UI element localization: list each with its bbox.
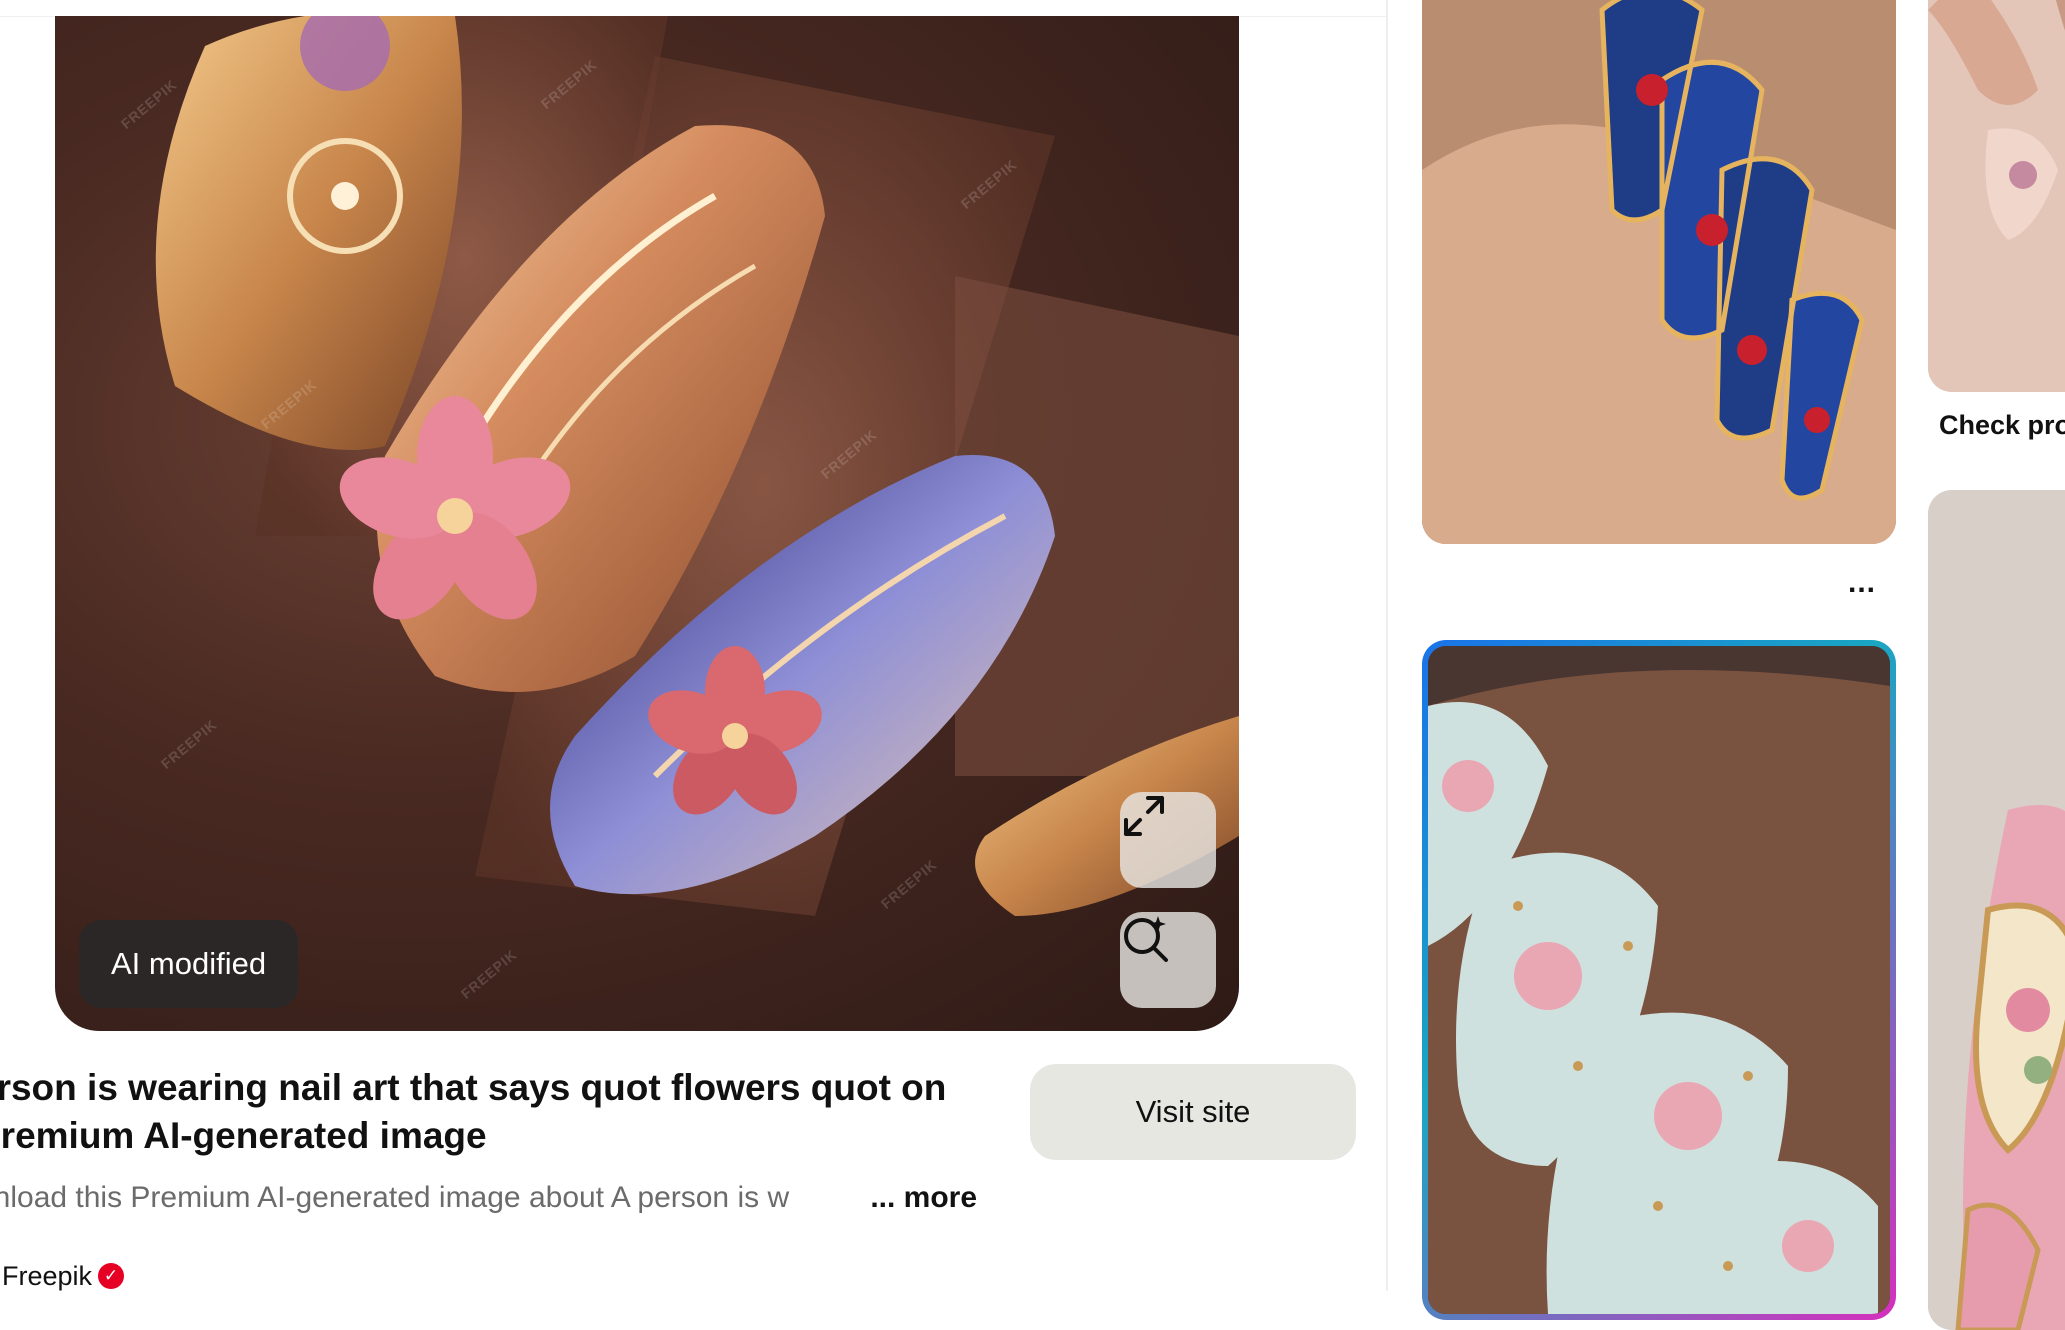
related-pin-card[interactable] (1928, 490, 2065, 1330)
related-pin-image (1428, 646, 1890, 1314)
source-attribution[interactable]: Freepik ✓ (2, 1256, 125, 1296)
pin-image[interactable]: FREEPIK FREEPIK FREEPIK FREEPIK FREEPIK … (55, 16, 1239, 1031)
related-pin-title[interactable]: Check pro (1939, 410, 2065, 441)
expand-button[interactable] (1120, 792, 1216, 888)
visual-search-icon (1124, 916, 1168, 962)
related-pin-image (1928, 0, 2065, 392)
pin-description: wnload this Premium AI-generated image a… (0, 1178, 1002, 1218)
verified-icon: ✓ (98, 1263, 125, 1289)
description-text: wnload this Premium AI-generated image a… (0, 1181, 790, 1214)
visual-search-button[interactable] (1120, 912, 1216, 1008)
visit-site-button[interactable]: Visit site (1030, 1064, 1356, 1160)
expand-icon (1124, 796, 1164, 836)
related-pin-card[interactable] (1422, 640, 1896, 1320)
related-pin-card[interactable] (1928, 0, 2065, 392)
more-link[interactable]: ... more (870, 1181, 977, 1214)
more-options-icon[interactable]: ... (1848, 566, 1876, 600)
top-bar (0, 0, 1386, 17)
source-name[interactable]: Freepik (2, 1256, 92, 1296)
ai-modified-badge[interactable]: AI modified (79, 920, 299, 1008)
pin-title: erson is wearing nail art that says quot… (0, 1067, 947, 1156)
related-pin-image (1928, 490, 2065, 1330)
nail-art-illustration (155, 16, 1239, 916)
related-pin-card[interactable] (1422, 0, 1896, 544)
column-divider (1386, 0, 1388, 1291)
related-pin-image (1422, 0, 1896, 544)
